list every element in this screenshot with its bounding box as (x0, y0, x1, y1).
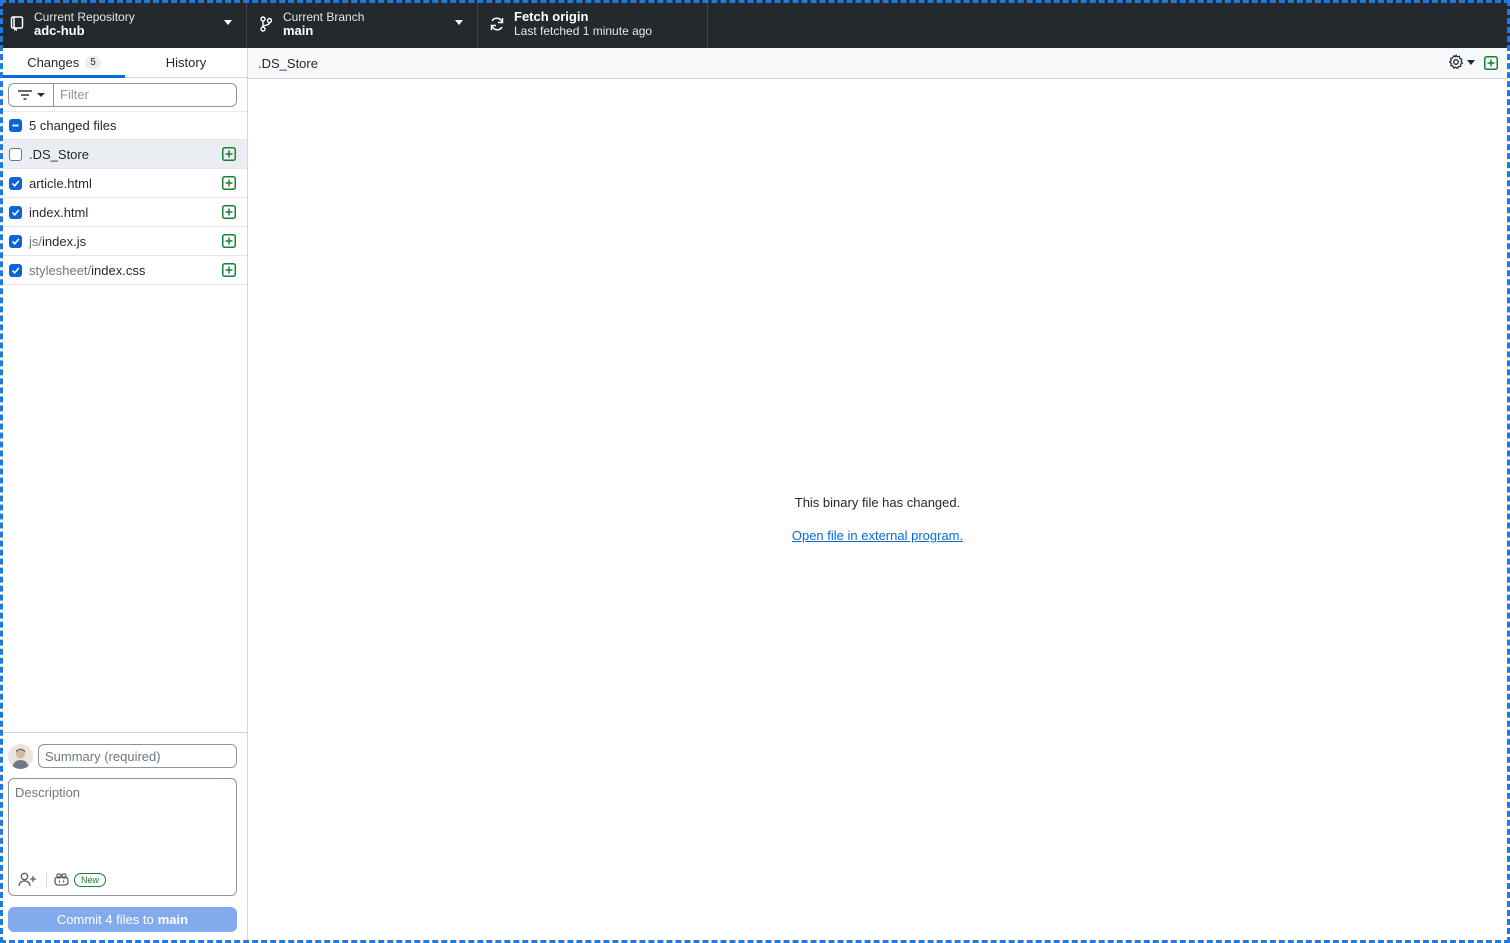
chevron-down-icon (37, 92, 45, 97)
file-name: article.html (29, 175, 92, 191)
file-name: index.css (91, 262, 146, 278)
gear-icon (1449, 54, 1464, 70)
filter-options-button[interactable] (8, 82, 53, 107)
open-external-link[interactable]: Open file in external program. (248, 528, 1507, 543)
new-badge: New (74, 872, 107, 887)
file-directory: js/ (29, 233, 42, 249)
avatar (8, 743, 33, 769)
current-branch-label: Current Branch (283, 10, 365, 24)
tab-changes[interactable]: Changes 5 (3, 48, 125, 78)
current-repository-name: adc-hub (34, 23, 85, 38)
binary-file-message: This binary file has changed. (794, 495, 961, 510)
file-row[interactable]: .DS_Store (3, 140, 247, 169)
filter-icon (18, 89, 32, 100)
file-row[interactable]: index.html (3, 198, 247, 227)
diff-file-name: .DS_Store (258, 55, 318, 71)
file-added-icon (222, 147, 236, 161)
file-checkbox[interactable] (9, 147, 22, 161)
description-box: New (8, 778, 237, 896)
file-added-icon (1484, 56, 1498, 70)
diff-header: .DS_Store (248, 48, 1507, 79)
changed-files-header: 5 changed files (3, 112, 247, 140)
fetch-origin-button[interactable]: Fetch origin Last fetched 1 minute ago (478, 0, 708, 48)
diff-settings-button[interactable] (1448, 54, 1475, 70)
commit-button-branch: main (157, 912, 189, 927)
file-added-icon (222, 263, 236, 277)
chevron-down-icon (455, 20, 463, 25)
file-added-icon (222, 205, 236, 219)
diff-pane: .DS_Store This binary file has changed. … (248, 48, 1507, 940)
file-name: index.html (29, 204, 89, 220)
chevron-down-icon (224, 20, 232, 25)
file-added-icon (222, 176, 236, 190)
fetch-origin-label: Fetch origin (514, 9, 589, 24)
branch-icon (258, 16, 274, 32)
current-branch-name: main (283, 23, 314, 38)
commit-area: New Commit 4 files to main (3, 732, 247, 940)
file-checkbox[interactable] (9, 176, 22, 190)
chevron-down-icon (1467, 59, 1475, 65)
summary-input[interactable] (38, 744, 237, 768)
file-added-icon (222, 234, 236, 248)
add-coauthor-icon[interactable] (18, 872, 37, 887)
sidebar-tabs: Changes 5 History (3, 48, 247, 78)
file-name: .DS_Store (29, 146, 89, 162)
description-input[interactable] (9, 779, 236, 859)
changed-files-count: 5 changed files (29, 118, 117, 133)
tab-history[interactable]: History (125, 48, 247, 77)
file-directory: stylesheet/ (29, 262, 92, 278)
current-branch-button[interactable]: Current Branch main (247, 0, 478, 48)
file-name: index.js (42, 233, 87, 249)
toolbar: Current Repository adc-hub Current Branc… (0, 0, 1510, 48)
summary-row (8, 743, 237, 769)
tab-changes-label: Changes (27, 55, 80, 70)
changes-count-badge: 5 (85, 56, 101, 69)
file-row[interactable]: js/index.js (3, 227, 247, 256)
commit-button[interactable]: Commit 4 files to main (8, 907, 237, 932)
current-repository-button[interactable]: Current Repository adc-hub (0, 0, 247, 48)
sync-icon (489, 16, 505, 32)
repository-icon (9, 16, 25, 32)
file-row[interactable]: stylesheet/index.css (3, 256, 247, 285)
tab-history-label: History (165, 55, 207, 70)
copilot-icon[interactable] (54, 873, 69, 886)
file-checkbox[interactable] (9, 234, 22, 248)
commit-button-label: Commit 4 files to (56, 912, 154, 927)
file-row[interactable]: article.html (3, 169, 247, 198)
open-external-link-label: Open file in external program. (791, 528, 964, 543)
sidebar: Changes 5 History 5 changed files .DS_St… (3, 48, 248, 940)
description-tools: New (18, 872, 107, 887)
file-checkbox[interactable] (9, 263, 22, 277)
filter-input[interactable] (53, 82, 237, 107)
current-repository-label: Current Repository (34, 10, 135, 24)
file-checkbox[interactable] (9, 205, 22, 219)
select-all-checkbox[interactable] (9, 119, 22, 132)
filter-row (3, 78, 247, 112)
tool-divider (46, 872, 47, 887)
last-fetched-label: Last fetched 1 minute ago (514, 24, 653, 38)
